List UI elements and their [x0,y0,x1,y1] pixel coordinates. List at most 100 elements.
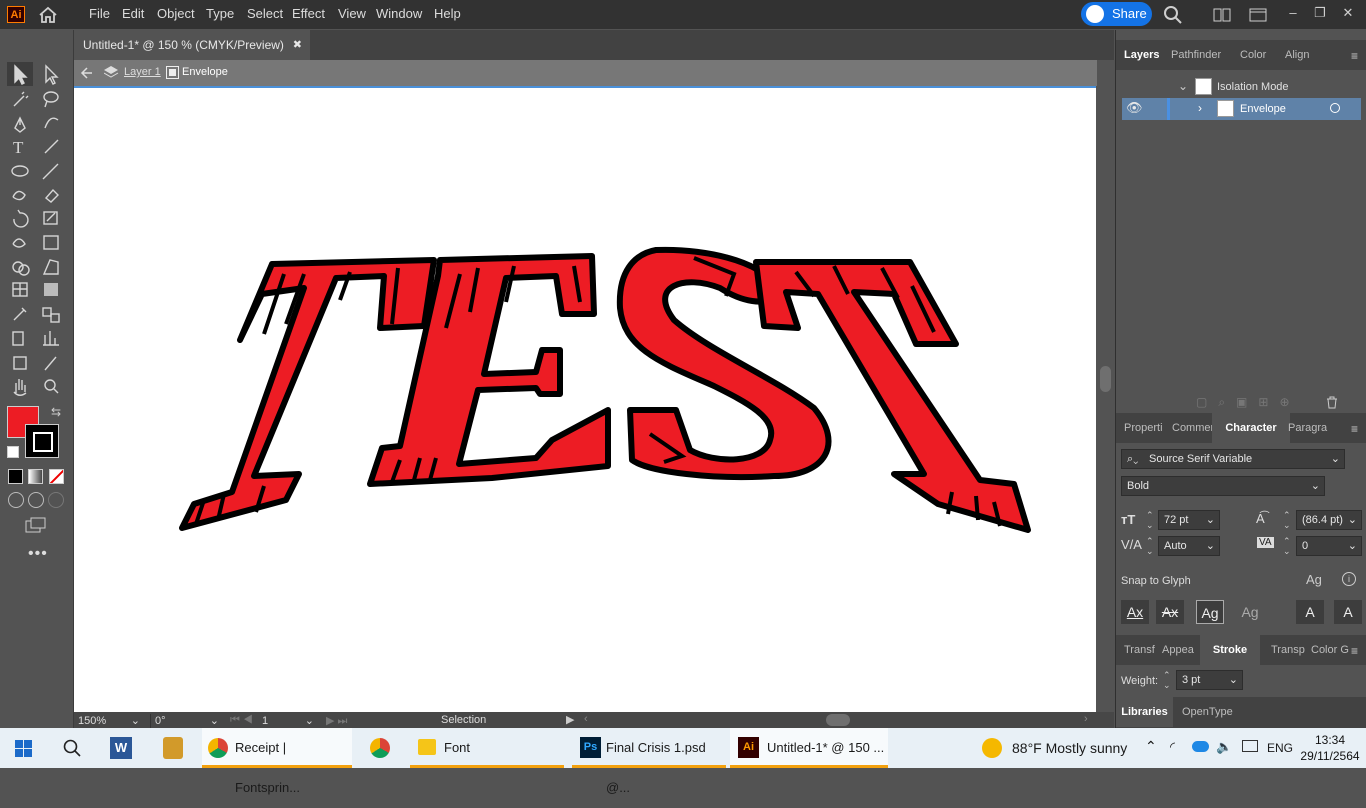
vertical-scrollbar[interactable] [1097,60,1114,712]
horizontal-scroll-thumb[interactable] [826,714,850,726]
vertical-scroll-thumb[interactable] [1100,366,1111,392]
warped-test-artwork[interactable] [74,88,1096,712]
panel-menu-icon[interactable]: ≡ [1351,49,1358,63]
expand-icon[interactable]: › [1198,101,1202,115]
restore-button[interactable]: ❐ [1306,0,1334,29]
menu-effect[interactable]: Effect [292,0,325,29]
h-scroll-right[interactable]: › [1084,713,1088,725]
workspace-icon[interactable] [1213,8,1231,22]
battery-icon[interactable] [1242,740,1258,752]
minimize-button[interactable]: – [1279,0,1307,29]
taskbar-explorer-font[interactable]: Font [410,728,564,768]
share-button[interactable]: Share [1081,2,1152,26]
menu-select[interactable]: Select [247,0,283,29]
tab-pathfinder[interactable]: Pathfinder [1171,40,1221,70]
default-colors-icon[interactable] [7,446,19,458]
gradient-mode-icon[interactable] [28,469,43,484]
home-icon[interactable] [38,6,58,23]
onedrive-icon[interactable] [1192,741,1209,752]
tab-opentype[interactable]: OpenType [1182,697,1233,727]
back-arrow-icon[interactable] [80,67,94,79]
collapse-icon[interactable]: ⌄ [1178,79,1188,93]
tab-color-guide[interactable]: Color G [1311,635,1349,665]
stepper-icon[interactable]: ⌃ ⌄ [1283,536,1291,556]
layers-footer-icons[interactable]: ▢⌕▣⊞⊕ [1196,395,1301,410]
clock[interactable]: 13:34 29/11/2564 [1300,732,1360,764]
tab-character[interactable]: Character [1212,413,1290,443]
search-icon[interactable] [1163,5,1182,24]
menu-window[interactable]: Window [376,0,422,29]
taskbar-illustrator[interactable]: Ai Untitled-1* @ 150 ... [730,728,888,768]
stroke-weight-field[interactable]: 3 pt ⌄ [1176,670,1243,690]
h-scroll-left[interactable]: ‹ [584,713,588,725]
tab-transform[interactable]: Transf [1124,635,1155,665]
menu-help[interactable]: Help [434,0,461,29]
snap-xheight-button[interactable]: Ax [1156,600,1184,624]
stepper-icon[interactable]: ⌃ ⌄ [1283,510,1291,530]
none-mode-icon[interactable] [49,469,64,484]
color-mode-icon[interactable] [8,469,23,484]
stroke-swatch[interactable] [25,424,59,458]
tab-color[interactable]: Color [1240,40,1266,70]
chrome-icon[interactable] [370,738,390,758]
menu-file[interactable]: File [89,0,110,29]
tab-libraries[interactable]: Libraries [1116,697,1173,727]
artboard-nav-first[interactable]: ⏮ ◀ [230,714,253,727]
snap-proximity-button[interactable]: Ag [1236,600,1264,624]
font-family-select[interactable]: ⌕⌄ Source Serif Variable ⌄ [1121,449,1345,469]
target-icon[interactable] [1330,103,1340,113]
artboard-nav-last[interactable]: ▶ ⏭ [326,714,347,728]
zoom-select[interactable]: 150% ⌄ [78,714,142,728]
show-hidden-icons[interactable]: ⌃ [1145,738,1157,755]
tab-appearance[interactable]: Appea [1162,635,1194,665]
draw-inside-icon[interactable] [48,492,64,508]
snap-bounds-button[interactable]: Ag [1196,600,1224,624]
weather-text[interactable]: 88°F Mostly sunny [1012,728,1127,768]
start-icon[interactable] [15,740,32,757]
leading-field[interactable]: (86.4 pt) ⌄ [1296,510,1362,530]
info-icon[interactable]: i [1342,572,1356,586]
snap-glyph-button[interactable]: A [1334,600,1362,624]
tab-comments[interactable]: Commer [1172,413,1214,443]
app-icon[interactable] [163,737,183,759]
visibility-eye-icon[interactable]: 👁 [1126,100,1143,116]
glyph-options-icon[interactable]: Ag [1306,572,1322,587]
artboard-number[interactable]: 1 ⌄ [262,714,314,728]
tab-layers[interactable]: Layers [1124,40,1159,70]
draw-normal-icon[interactable] [8,492,24,508]
snap-baseline-button[interactable]: Ax [1121,600,1149,624]
snap-angular-button[interactable]: A [1296,600,1324,624]
tracking-field[interactable]: 0 ⌄ [1296,536,1362,556]
stepper-icon[interactable]: ⌃ ⌄ [1146,536,1154,556]
tab-align[interactable]: Align [1285,40,1309,70]
layer-row-isolation[interactable]: ⌄ Isolation Mode [1122,76,1361,99]
kerning-field[interactable]: Auto ⌄ [1158,536,1220,556]
document-tab[interactable]: Untitled-1* @ 150 % (CMYK/Preview) ✖ [74,30,310,60]
close-tab-icon[interactable]: ✖ [293,30,302,60]
font-style-select[interactable]: Bold ⌄ [1121,476,1325,496]
layer-row-envelope[interactable]: 👁 › Envelope [1122,98,1361,120]
tab-transparency[interactable]: Transp [1271,635,1305,665]
rotation-select[interactable]: 0° ⌄ [150,714,219,728]
weather-icon[interactable] [982,738,1002,758]
breadcrumb-envelope[interactable]: Envelope [182,66,228,78]
arrange-icon[interactable] [1249,8,1267,22]
menu-type[interactable]: Type [206,0,234,29]
network-icon[interactable]: ◜ [1170,739,1175,755]
search-icon[interactable] [63,739,81,757]
draw-behind-icon[interactable] [28,492,44,508]
swap-colors-icon[interactable]: ⇆ [51,405,61,419]
artboard[interactable] [74,86,1096,712]
taskbar-photoshop[interactable]: Ps Final Crisis 1.psd @... [572,728,726,795]
tab-properties[interactable]: Properti [1124,413,1163,443]
stepper-icon[interactable]: ⌃ ⌄ [1163,670,1171,690]
word-icon[interactable]: W [110,737,132,759]
volume-icon[interactable]: 🔈 [1216,739,1232,755]
language-indicator[interactable]: ENG [1267,728,1293,768]
panel-menu-icon[interactable]: ≡ [1351,644,1358,658]
screen-mode-icon[interactable] [25,517,47,533]
close-window-button[interactable]: ✕ [1334,0,1362,29]
font-size-field[interactable]: 72 pt ⌄ [1158,510,1220,530]
delete-layer-icon[interactable] [1326,396,1338,409]
stepper-icon[interactable]: ⌃ ⌄ [1146,510,1154,530]
